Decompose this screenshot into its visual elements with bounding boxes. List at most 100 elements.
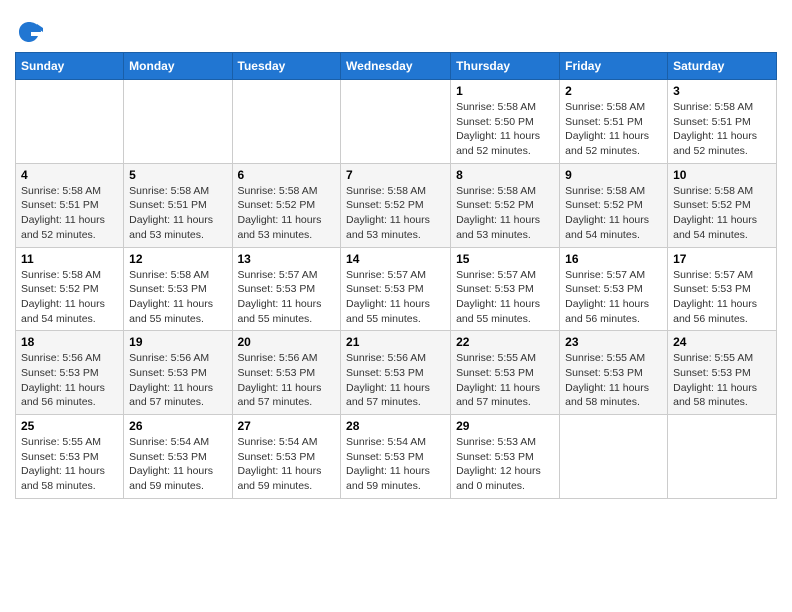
day-number: 20 (238, 335, 336, 349)
day-number: 8 (456, 168, 554, 182)
day-info: Sunrise: 5:55 AM Sunset: 5:53 PM Dayligh… (565, 351, 662, 410)
calendar-header: SundayMondayTuesdayWednesdayThursdayFrid… (16, 53, 777, 80)
day-number: 21 (346, 335, 445, 349)
calendar-cell: 14 Sunrise: 5:57 AM Sunset: 5:53 PM Dayli… (341, 247, 451, 331)
weekday-header-row: SundayMondayTuesdayWednesdayThursdayFrid… (16, 53, 777, 80)
day-number: 3 (673, 84, 771, 98)
day-number: 6 (238, 168, 336, 182)
day-info: Sunrise: 5:58 AM Sunset: 5:52 PM Dayligh… (673, 184, 771, 243)
calendar-cell: 5 Sunrise: 5:58 AM Sunset: 5:51 PM Daylig… (124, 163, 232, 247)
calendar-week-1: 1 Sunrise: 5:58 AM Sunset: 5:50 PM Daylig… (16, 80, 777, 164)
calendar-cell (124, 80, 232, 164)
day-number: 19 (129, 335, 226, 349)
day-info: Sunrise: 5:58 AM Sunset: 5:52 PM Dayligh… (346, 184, 445, 243)
day-info: Sunrise: 5:56 AM Sunset: 5:53 PM Dayligh… (238, 351, 336, 410)
day-number: 26 (129, 419, 226, 433)
day-number: 7 (346, 168, 445, 182)
day-info: Sunrise: 5:58 AM Sunset: 5:52 PM Dayligh… (456, 184, 554, 243)
day-number: 23 (565, 335, 662, 349)
day-number: 25 (21, 419, 118, 433)
calendar-cell (668, 415, 777, 499)
day-info: Sunrise: 5:57 AM Sunset: 5:53 PM Dayligh… (346, 268, 445, 327)
day-info: Sunrise: 5:58 AM Sunset: 5:52 PM Dayligh… (238, 184, 336, 243)
calendar-cell: 22 Sunrise: 5:55 AM Sunset: 5:53 PM Dayli… (451, 331, 560, 415)
day-info: Sunrise: 5:54 AM Sunset: 5:53 PM Dayligh… (238, 435, 336, 494)
day-info: Sunrise: 5:57 AM Sunset: 5:53 PM Dayligh… (456, 268, 554, 327)
weekday-header-monday: Monday (124, 53, 232, 80)
day-info: Sunrise: 5:58 AM Sunset: 5:51 PM Dayligh… (565, 100, 662, 159)
page-header (15, 10, 777, 46)
calendar-cell: 26 Sunrise: 5:54 AM Sunset: 5:53 PM Dayli… (124, 415, 232, 499)
calendar-cell: 3 Sunrise: 5:58 AM Sunset: 5:51 PM Daylig… (668, 80, 777, 164)
calendar-cell: 9 Sunrise: 5:58 AM Sunset: 5:52 PM Daylig… (560, 163, 668, 247)
calendar-cell: 19 Sunrise: 5:56 AM Sunset: 5:53 PM Dayli… (124, 331, 232, 415)
day-number: 17 (673, 252, 771, 266)
calendar-cell: 10 Sunrise: 5:58 AM Sunset: 5:52 PM Dayli… (668, 163, 777, 247)
day-info: Sunrise: 5:56 AM Sunset: 5:53 PM Dayligh… (21, 351, 118, 410)
day-info: Sunrise: 5:53 AM Sunset: 5:53 PM Dayligh… (456, 435, 554, 494)
calendar-week-2: 4 Sunrise: 5:58 AM Sunset: 5:51 PM Daylig… (16, 163, 777, 247)
day-info: Sunrise: 5:55 AM Sunset: 5:53 PM Dayligh… (456, 351, 554, 410)
day-info: Sunrise: 5:58 AM Sunset: 5:53 PM Dayligh… (129, 268, 226, 327)
day-info: Sunrise: 5:57 AM Sunset: 5:53 PM Dayligh… (565, 268, 662, 327)
day-info: Sunrise: 5:58 AM Sunset: 5:51 PM Dayligh… (673, 100, 771, 159)
calendar-cell: 6 Sunrise: 5:58 AM Sunset: 5:52 PM Daylig… (232, 163, 341, 247)
day-number: 22 (456, 335, 554, 349)
day-number: 24 (673, 335, 771, 349)
day-number: 4 (21, 168, 118, 182)
day-info: Sunrise: 5:58 AM Sunset: 5:50 PM Dayligh… (456, 100, 554, 159)
calendar-cell: 27 Sunrise: 5:54 AM Sunset: 5:53 PM Dayli… (232, 415, 341, 499)
weekday-header-friday: Friday (560, 53, 668, 80)
day-number: 27 (238, 419, 336, 433)
day-number: 29 (456, 419, 554, 433)
calendar-cell: 13 Sunrise: 5:57 AM Sunset: 5:53 PM Dayli… (232, 247, 341, 331)
weekday-header-tuesday: Tuesday (232, 53, 341, 80)
calendar-cell: 21Sunrise: 5:56 AM Sunset: 5:53 PM Dayli… (341, 331, 451, 415)
day-number: 11 (21, 252, 118, 266)
calendar-cell: 18 Sunrise: 5:56 AM Sunset: 5:53 PM Dayli… (16, 331, 124, 415)
day-number: 14 (346, 252, 445, 266)
day-number: 15 (456, 252, 554, 266)
day-number: 10 (673, 168, 771, 182)
calendar-week-4: 18 Sunrise: 5:56 AM Sunset: 5:53 PM Dayli… (16, 331, 777, 415)
day-info: Sunrise: 5:58 AM Sunset: 5:52 PM Dayligh… (21, 268, 118, 327)
calendar-body: 1 Sunrise: 5:58 AM Sunset: 5:50 PM Daylig… (16, 80, 777, 499)
calendar-cell: 15 Sunrise: 5:57 AM Sunset: 5:53 PM Dayli… (451, 247, 560, 331)
day-info: Sunrise: 5:54 AM Sunset: 5:53 PM Dayligh… (346, 435, 445, 494)
day-number: 16 (565, 252, 662, 266)
day-number: 13 (238, 252, 336, 266)
calendar-cell: 28 Sunrise: 5:54 AM Sunset: 5:53 PM Dayli… (341, 415, 451, 499)
calendar-cell (341, 80, 451, 164)
day-info: Sunrise: 5:57 AM Sunset: 5:53 PM Dayligh… (238, 268, 336, 327)
calendar-cell: 8 Sunrise: 5:58 AM Sunset: 5:52 PM Daylig… (451, 163, 560, 247)
day-info: Sunrise: 5:58 AM Sunset: 5:51 PM Dayligh… (129, 184, 226, 243)
day-number: 28 (346, 419, 445, 433)
calendar-cell (232, 80, 341, 164)
calendar-cell (16, 80, 124, 164)
day-info: Sunrise: 5:56 AM Sunset: 5:53 PM Dayligh… (129, 351, 226, 410)
calendar-week-5: 25 Sunrise: 5:55 AM Sunset: 5:53 PM Dayli… (16, 415, 777, 499)
day-info: Sunrise: 5:58 AM Sunset: 5:52 PM Dayligh… (565, 184, 662, 243)
calendar-cell: 25 Sunrise: 5:55 AM Sunset: 5:53 PM Dayli… (16, 415, 124, 499)
day-number: 5 (129, 168, 226, 182)
logo (15, 18, 47, 46)
calendar-cell: 23 Sunrise: 5:55 AM Sunset: 5:53 PM Dayli… (560, 331, 668, 415)
calendar-table: SundayMondayTuesdayWednesdayThursdayFrid… (15, 52, 777, 499)
calendar-cell: 1 Sunrise: 5:58 AM Sunset: 5:50 PM Daylig… (451, 80, 560, 164)
calendar-cell: 7 Sunrise: 5:58 AM Sunset: 5:52 PM Daylig… (341, 163, 451, 247)
day-info: Sunrise: 5:57 AM Sunset: 5:53 PM Dayligh… (673, 268, 771, 327)
day-number: 1 (456, 84, 554, 98)
calendar-cell: 16 Sunrise: 5:57 AM Sunset: 5:53 PM Dayli… (560, 247, 668, 331)
day-number: 9 (565, 168, 662, 182)
day-info: Sunrise: 5:54 AM Sunset: 5:53 PM Dayligh… (129, 435, 226, 494)
weekday-header-saturday: Saturday (668, 53, 777, 80)
calendar-cell: 17 Sunrise: 5:57 AM Sunset: 5:53 PM Dayli… (668, 247, 777, 331)
calendar-cell: 4 Sunrise: 5:58 AM Sunset: 5:51 PM Daylig… (16, 163, 124, 247)
weekday-header-wednesday: Wednesday (341, 53, 451, 80)
day-info: Sunrise: 5:58 AM Sunset: 5:51 PM Dayligh… (21, 184, 118, 243)
calendar-cell (560, 415, 668, 499)
calendar-cell: 11 Sunrise: 5:58 AM Sunset: 5:52 PM Dayli… (16, 247, 124, 331)
day-number: 18 (21, 335, 118, 349)
calendar-cell: 29 Sunrise: 5:53 AM Sunset: 5:53 PM Dayli… (451, 415, 560, 499)
day-info: Sunrise: 5:55 AM Sunset: 5:53 PM Dayligh… (21, 435, 118, 494)
